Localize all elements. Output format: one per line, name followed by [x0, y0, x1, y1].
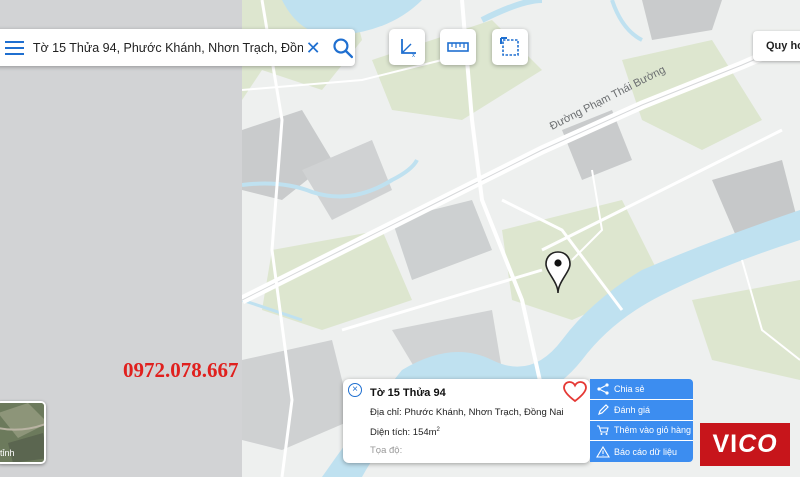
- cart-icon: [597, 425, 609, 436]
- share-label: Chia sẻ: [614, 383, 645, 394]
- planning-button[interactable]: Quy ho: [753, 31, 800, 61]
- phone-watermark: 0972.078.667: [123, 358, 239, 382]
- close-icon[interactable]: ×: [348, 383, 362, 397]
- report-data-button[interactable]: Báo cáo dữ liệu: [590, 441, 693, 462]
- coords-label: Tọa độ:: [370, 445, 403, 456]
- parcel-address: Địa chỉ: Phước Khánh, Nhơn Trạch, Đồng N…: [370, 407, 564, 418]
- search-icon[interactable]: [331, 36, 355, 60]
- ruler-icon: [447, 42, 469, 52]
- svg-text:x: x: [412, 53, 415, 58]
- hamburger-menu-icon[interactable]: [0, 33, 30, 63]
- measure-area-button[interactable]: [492, 29, 528, 65]
- review-button[interactable]: Đánh giá: [590, 399, 693, 421]
- area-unit-sup: 2: [436, 427, 440, 433]
- area-select-icon: [500, 37, 519, 56]
- parcel-action-menu: Chia sẻ Đánh giá Thêm vào giỏ hàng Báo c…: [590, 379, 693, 462]
- layer-thumbnail[interactable]: tỉnh: [0, 401, 46, 464]
- search-bar: ✕: [0, 29, 355, 66]
- logo-text: VI: [712, 430, 739, 458]
- area-label: Diện tích:: [370, 427, 411, 439]
- measure-distance-button[interactable]: [440, 29, 476, 65]
- review-label: Đánh giá: [614, 404, 651, 415]
- report-data-label: Báo cáo dữ liệu: [614, 446, 678, 457]
- warning-icon: [596, 445, 610, 458]
- add-to-cart-label: Thêm vào giỏ hàng: [614, 425, 692, 436]
- layer-thumbnail-label: tỉnh: [0, 448, 15, 458]
- parcel-info-card: × Tờ 15 Thửa 94 Địa chỉ: Phước Khánh, Nh…: [343, 379, 590, 463]
- add-to-cart-button[interactable]: Thêm vào giỏ hàng: [590, 420, 693, 442]
- address-label: Địa chỉ:: [370, 407, 402, 418]
- parcel-area: Diện tích: 154m2: [370, 427, 440, 438]
- share-button[interactable]: Chia sẻ: [590, 379, 693, 400]
- axis-icon: x: [401, 39, 416, 58]
- logo-oo: CO: [738, 430, 778, 458]
- pencil-icon: [598, 403, 609, 415]
- parcel-title: Tờ 15 Thửa 94: [370, 387, 446, 399]
- area-value: 154m: [412, 427, 437, 439]
- vico-logo: VI CO: [700, 423, 790, 466]
- search-input[interactable]: [32, 40, 304, 55]
- clear-icon[interactable]: ✕: [303, 38, 323, 58]
- address-value: Phước Khánh, Nhơn Trạch, Đồng Nai: [404, 407, 564, 418]
- share-icon: [597, 383, 609, 395]
- measure-axis-button[interactable]: x: [389, 29, 425, 65]
- heart-icon[interactable]: [562, 380, 588, 404]
